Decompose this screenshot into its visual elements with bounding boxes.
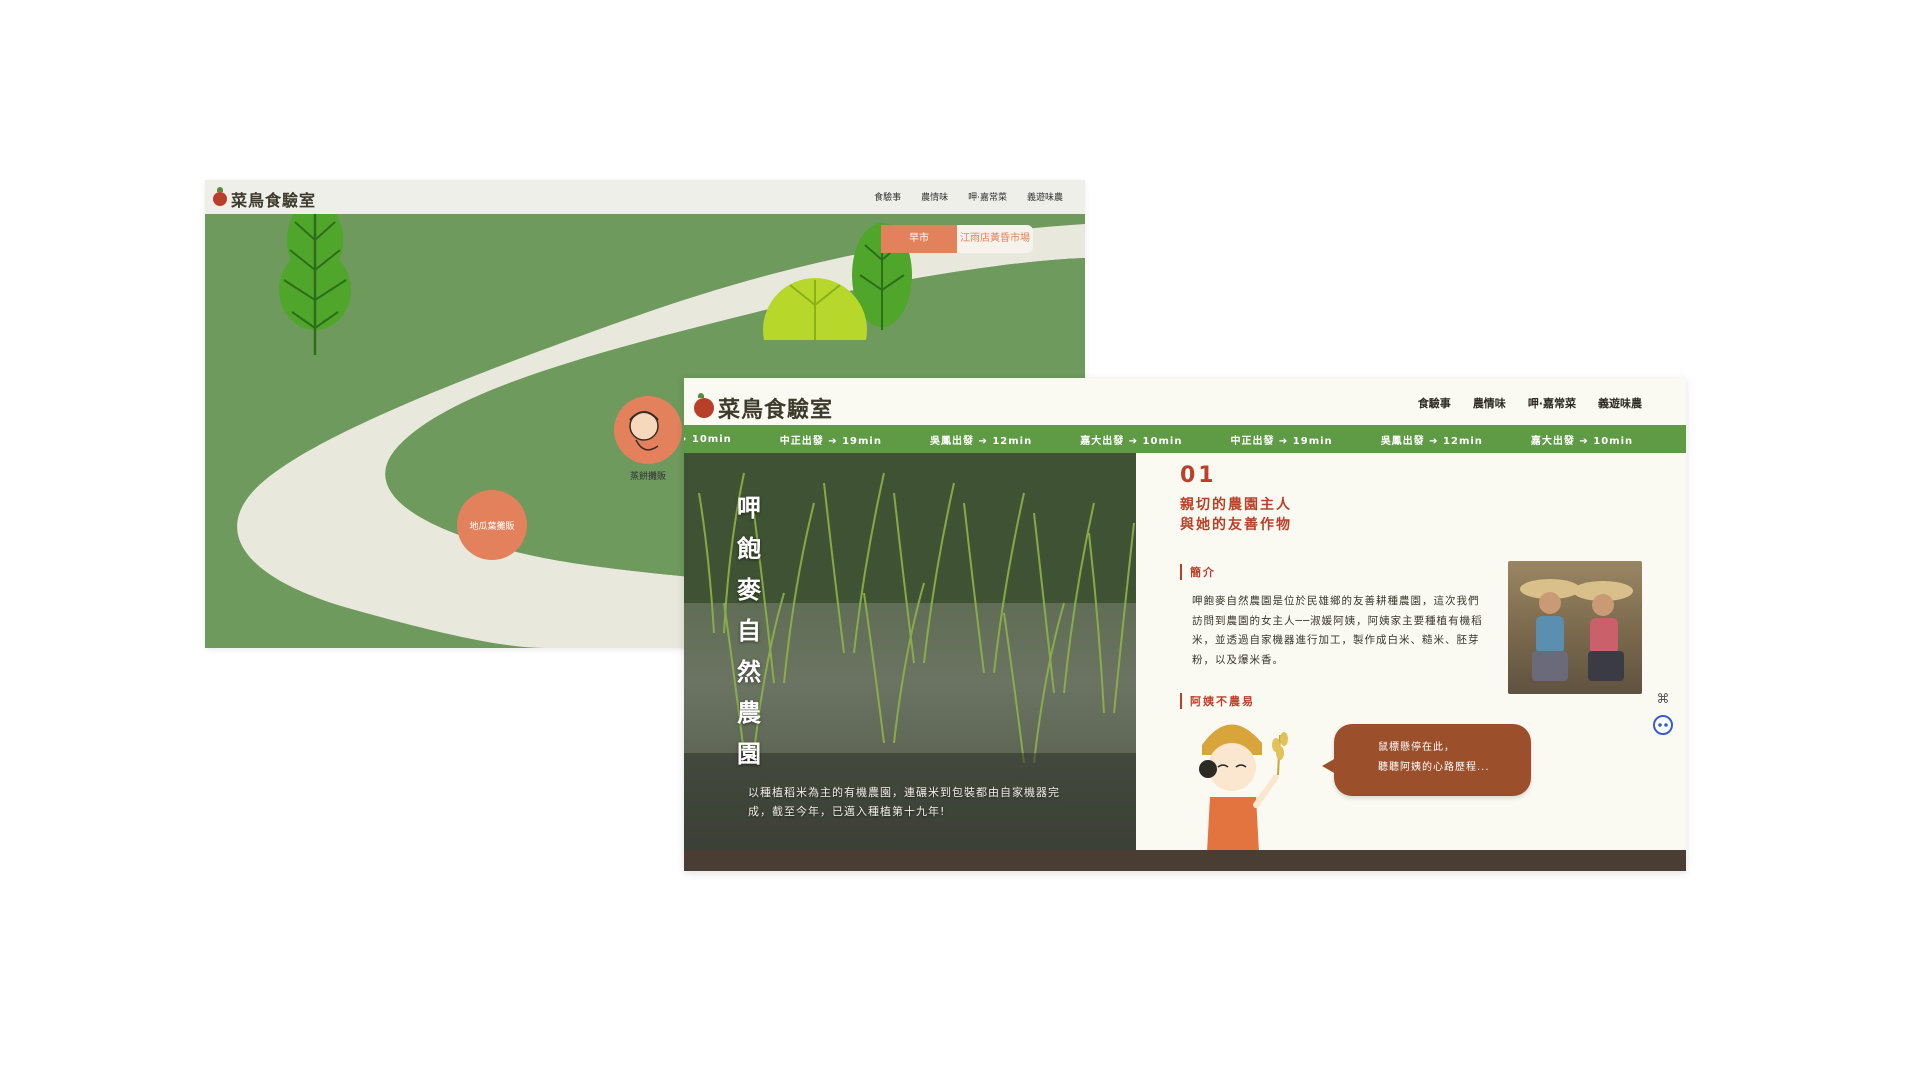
tab-morning-market[interactable]: 早市 [881, 225, 957, 253]
photo-caption: 以種植稻米為主的有機農園，連碾米到包裝都由自家機器完成，截至今年，已邁入種植第十… [748, 786, 1060, 818]
farm-page-window: 菜鳥食驗室 食驗事 農情味 呷·嘉常菜 義遊味農 ➔ 10min 中正出發 ➔ … [684, 378, 1686, 871]
nav-item[interactable]: 義遊味農 [1598, 395, 1642, 411]
farm-title: 呷飽麥自然農園 [737, 494, 761, 768]
tab-evening-market[interactable]: 江雨店黃昏市場 [957, 225, 1033, 253]
market-tabs: 早市 江雨店黃昏市場 [881, 225, 1033, 253]
back-nav: 食驗事 農情味 呷·嘉常菜 義遊味農 [874, 190, 1063, 203]
heading-line-2: 與她的友善作物 [1180, 517, 1292, 533]
nav-item[interactable]: 食驗事 [874, 190, 901, 203]
site-logo[interactable]: 菜鳥食驗室 [694, 392, 833, 424]
tomato-logo-icon [694, 393, 714, 418]
intro-text: 呷飽麥自然農園是位於民雄鄉的友善耕種農園，這次我們訪問到農園的女主人──淑媛阿姨… [1192, 595, 1483, 666]
stall-marker-sweet-potato[interactable]: 地瓜葉攤販 [457, 490, 527, 560]
footer-strip [684, 850, 1686, 871]
ticker-item: 嘉大出發 ➔ 10min [1080, 435, 1183, 447]
farm-owners-illustration [1520, 579, 1633, 681]
floating-toolbar: ⌘ [1650, 686, 1682, 738]
ticker-item: 中正出發 ➔ 19min [1230, 435, 1333, 447]
farm-owners-photo [1508, 561, 1642, 694]
ticker-item: 中正出發 ➔ 19min [779, 435, 882, 447]
ticker-item: 嘉大出發 ➔ 10min [1530, 435, 1634, 447]
heading-line-1: 親切的農園主人 [1180, 497, 1292, 513]
intro-label: 簡介 [1180, 564, 1216, 580]
ticker-item: 吳鳳出發 ➔ 12min [1380, 435, 1483, 447]
site-logo[interactable]: 菜鳥食驗室 [213, 187, 316, 211]
ticker-item: 吳鳳出發 ➔ 12min [929, 435, 1033, 447]
travel-time-ticker: ➔ 10min 中正出發 ➔ 19min 吳鳳出發 ➔ 12min 嘉大出發 ➔… [684, 425, 1686, 453]
speech-bubble[interactable]: 鼠標懸停在此， 聽聽阿姨的心路歷程... [1322, 724, 1531, 796]
front-header: 菜鳥食驗室 食驗事 農情味 呷·嘉常菜 義遊味農 [684, 378, 1686, 425]
logo-text: 菜鳥食驗室 [718, 397, 834, 423]
tomato-logo-icon [213, 187, 227, 206]
front-nav: 食驗事 農情味 呷·嘉常菜 義遊味農 [1418, 395, 1642, 411]
command-icon[interactable]: ⌘ [1650, 686, 1676, 712]
bubble-line-2: 聽聽阿姨的心路歷程... [1378, 762, 1490, 773]
section-heading: 親切的農園主人 與她的友善作物 [1180, 495, 1292, 535]
section-number: 01 [1180, 463, 1217, 488]
tree-icon [279, 200, 351, 355]
farmer-label: 蒸餅攤販 [630, 472, 667, 482]
ticker-item: ➔ 10min [684, 433, 732, 445]
nav-item[interactable]: 農情味 [921, 190, 948, 203]
nav-item[interactable]: 義遊味農 [1027, 190, 1063, 203]
assistant-icon[interactable] [1650, 712, 1676, 738]
farmer-avatar-icon[interactable] [614, 396, 682, 464]
back-header: 菜鳥食驗室 食驗事 農情味 呷·嘉常菜 義遊味農 [205, 180, 1085, 214]
nav-item[interactable]: 呷·嘉常菜 [1528, 395, 1576, 411]
nav-item[interactable]: 農情味 [1473, 395, 1506, 411]
nav-item[interactable]: 呷·嘉常菜 [968, 190, 1007, 203]
nav-item[interactable]: 食驗事 [1418, 395, 1451, 411]
farm-intro-panel: 01 親切的農園主人 與她的友善作物 簡介 呷飽麥自然農園是位於民雄鄉的友善耕種… [1136, 453, 1686, 871]
auntie-character-icon[interactable] [1190, 705, 1310, 871]
logo-text: 菜鳥食驗室 [231, 191, 317, 210]
rice-paddy-photo: 呷飽麥自然農園 以種植稻米為主的有機農園，連碾米到包裝都由自家機器完成，截至今年… [684, 453, 1136, 871]
bubble-line-1: 鼠標懸停在此， [1378, 742, 1455, 753]
